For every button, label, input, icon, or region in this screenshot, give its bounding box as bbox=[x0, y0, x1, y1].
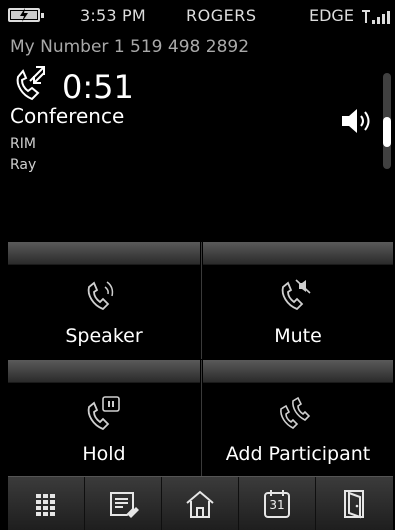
dock-exit[interactable] bbox=[316, 477, 393, 530]
participant-ray: Ray bbox=[10, 157, 37, 173]
volume-scrollbar[interactable] bbox=[383, 73, 391, 169]
speaker-label: Speaker bbox=[65, 325, 143, 347]
status-time: 3:53 PM bbox=[80, 6, 146, 25]
dock-notes[interactable] bbox=[85, 477, 162, 530]
home-icon bbox=[186, 490, 214, 518]
status-network: EDGE bbox=[309, 6, 354, 25]
calendar-day: 31 bbox=[269, 498, 285, 512]
call-duration: 0:51 bbox=[62, 68, 134, 106]
my-number: My Number 1 519 498 2892 bbox=[10, 37, 250, 57]
status-bar: 3:53 PM ROGERS EDGE bbox=[0, 0, 395, 30]
add-participant-icon bbox=[280, 396, 311, 429]
add-participant-button[interactable]: Add Participant bbox=[203, 360, 393, 477]
participant-rim: RIM bbox=[10, 136, 36, 152]
dialpad-grid-icon bbox=[36, 494, 55, 516]
mute-label: Mute bbox=[274, 325, 322, 347]
hold-label: Hold bbox=[82, 443, 126, 465]
notes-icon bbox=[110, 492, 139, 518]
exit-door-icon bbox=[343, 490, 364, 519]
call-actions: Speaker Mute Hold Add Participant bbox=[8, 242, 393, 477]
signal-strength-icon bbox=[362, 10, 390, 24]
call-name: Conference bbox=[10, 104, 125, 128]
hold-icon bbox=[87, 396, 120, 431]
mute-button[interactable]: Mute bbox=[203, 242, 393, 359]
speaker-button[interactable]: Speaker bbox=[8, 242, 202, 359]
speakerphone-icon bbox=[87, 281, 114, 311]
speaker-volume-icon[interactable] bbox=[340, 104, 376, 138]
dock-home[interactable] bbox=[162, 477, 239, 530]
mute-icon bbox=[281, 279, 311, 311]
battery-charging-icon bbox=[8, 8, 44, 22]
add-participant-label: Add Participant bbox=[225, 443, 371, 465]
dock-dialpad[interactable] bbox=[8, 477, 85, 530]
conference-call-icon bbox=[16, 66, 45, 101]
hold-button[interactable]: Hold bbox=[8, 360, 202, 477]
bottom-dock: 31 bbox=[8, 476, 393, 530]
status-carrier: ROGERS bbox=[186, 6, 257, 25]
dock-calendar[interactable]: 31 bbox=[239, 477, 316, 530]
volume-scroll-thumb[interactable] bbox=[383, 117, 391, 147]
